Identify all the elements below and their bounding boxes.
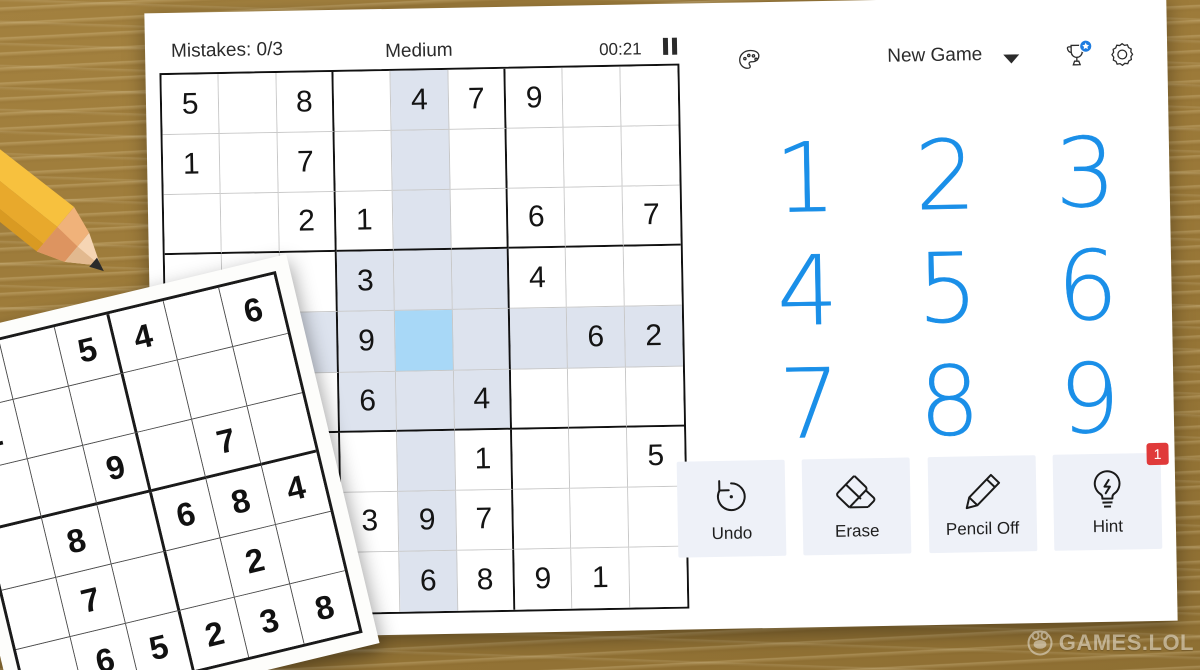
sudoku-cell-r6c9[interactable] — [625, 366, 684, 428]
sudoku-cell-r3c8[interactable] — [564, 186, 624, 249]
difficulty-label: Medium — [384, 39, 453, 63]
sudoku-cell-r6c4[interactable]: 6 — [338, 371, 398, 433]
sudoku-cell-r3c5[interactable] — [392, 190, 452, 252]
sudoku-cell-r1c7[interactable]: 9 — [505, 67, 564, 129]
sudoku-cell-r6c8[interactable] — [568, 367, 627, 429]
sudoku-cell-r5c4[interactable]: 9 — [337, 311, 397, 373]
sudoku-cell-r9c5[interactable]: 6 — [399, 550, 459, 612]
numpad-button-3[interactable]: 3 — [1014, 115, 1156, 231]
sudoku-cell-r1c5[interactable]: 4 — [390, 69, 450, 132]
sudoku-cell-r1c2[interactable] — [218, 73, 278, 135]
sudoku-cell-r9c7[interactable]: 9 — [514, 548, 573, 610]
sudoku-cell-r8c5[interactable]: 9 — [398, 490, 457, 552]
sudoku-cell-r5c9[interactable]: 2 — [624, 306, 683, 368]
undo-label: Undo — [711, 523, 753, 544]
hint-label: Hint — [1092, 516, 1124, 537]
sudoku-cell-r5c7[interactable] — [509, 308, 569, 370]
chevron-down-icon[interactable] — [1003, 54, 1020, 64]
sudoku-cell-r4c7[interactable]: 4 — [508, 248, 568, 310]
numpad-button-2[interactable]: 2 — [874, 117, 1016, 233]
sudoku-cell-r1c1[interactable]: 5 — [161, 74, 220, 136]
undo-icon — [710, 473, 753, 520]
sudoku-cell-r2c2[interactable] — [219, 133, 279, 195]
sudoku-cell-r3c4[interactable]: 1 — [335, 191, 395, 253]
sudoku-cell-r5c5[interactable] — [395, 310, 454, 372]
sudoku-cell-r4c8[interactable] — [566, 247, 625, 309]
sudoku-cell-r6c6[interactable]: 4 — [453, 369, 513, 431]
action-button-row: Undo Erase Pencil Off 1 Hint — [676, 442, 1169, 562]
sudoku-cell-r8c7[interactable] — [513, 488, 572, 550]
new-game-button[interactable]: New Game — [887, 44, 982, 68]
sudoku-cell-r9c6[interactable]: 8 — [456, 549, 516, 611]
sudoku-cell-r1c6[interactable]: 7 — [448, 68, 507, 130]
sudoku-cell-r3c3[interactable]: 2 — [278, 192, 337, 254]
numpad-button-1[interactable]: 1 — [734, 120, 876, 236]
numpad-button-9[interactable]: 9 — [1019, 342, 1161, 458]
sudoku-cell-r7c5[interactable] — [397, 430, 456, 492]
sudoku-cell-r3c7[interactable]: 6 — [507, 187, 567, 250]
number-pad[interactable]: 123 456 789 — [734, 115, 1160, 463]
sudoku-cell-r7c7[interactable] — [512, 428, 571, 490]
sudoku-cell-r2c4[interactable] — [334, 131, 393, 193]
timer-display: 00:21 — [598, 39, 642, 60]
sudoku-cell-r2c7[interactable] — [506, 127, 565, 190]
hint-count-badge: 1 — [1146, 442, 1169, 466]
sudoku-cell-r5c6[interactable] — [452, 309, 511, 371]
watermark-text: GAMES.LOL — [1058, 630, 1194, 655]
eraser-icon — [833, 471, 880, 518]
sudoku-cell-r7c6[interactable]: 1 — [454, 429, 514, 491]
sudoku-cell-r3c6[interactable] — [450, 189, 509, 251]
sudoku-cell-r8c8[interactable] — [570, 487, 629, 549]
sudoku-cell-r1c9[interactable] — [620, 65, 679, 127]
sudoku-cell-r1c3[interactable]: 8 — [276, 71, 335, 134]
sudoku-cell-r2c8[interactable] — [563, 126, 623, 188]
erase-label: Erase — [834, 521, 880, 541]
gear-icon[interactable] — [1107, 40, 1138, 71]
numpad-button-6[interactable]: 6 — [1016, 228, 1158, 344]
sudoku-cell-r4c5[interactable] — [394, 250, 453, 312]
sudoku-cell-r7c8[interactable] — [569, 427, 628, 489]
sudoku-cell-r3c1[interactable] — [163, 194, 223, 256]
watermark: GAMES.LOL — [1027, 630, 1194, 656]
numpad-button-8[interactable]: 8 — [879, 344, 1021, 460]
sudoku-cell-r2c1[interactable]: 1 — [162, 134, 222, 196]
sudoku-cell-r6c7[interactable] — [510, 368, 570, 430]
palette-icon[interactable] — [737, 48, 763, 74]
top-toolbar: New Game — [705, 37, 1146, 85]
sudoku-cell-r7c4[interactable] — [340, 431, 399, 493]
sudoku-cell-r2c6[interactable] — [449, 128, 508, 191]
sudoku-cell-r2c3[interactable]: 7 — [277, 132, 336, 194]
lightbulb-icon — [1088, 467, 1127, 514]
pencil-button[interactable]: Pencil Off — [927, 455, 1038, 554]
sudoku-cell-r3c2[interactable] — [221, 193, 280, 255]
pause-icon[interactable] — [662, 37, 679, 55]
erase-button[interactable]: Erase — [801, 457, 912, 556]
sudoku-cell-r4c6[interactable] — [451, 249, 510, 311]
pencil-icon — [962, 469, 1003, 516]
hint-button[interactable]: 1 Hint — [1052, 442, 1169, 551]
sudoku-cell-r4c9[interactable] — [623, 245, 682, 308]
sudoku-cell-r1c8[interactable] — [562, 66, 622, 128]
pencil-label: Pencil Off — [945, 518, 1020, 539]
mistakes-counter: Mistakes: 0/3 — [170, 38, 284, 62]
sudoku-cell-r6c5[interactable] — [396, 370, 455, 432]
numpad-button-7[interactable]: 7 — [739, 347, 881, 463]
sudoku-cell-r5c8[interactable]: 6 — [567, 307, 626, 369]
numpad-button-4[interactable]: 4 — [737, 233, 879, 349]
sudoku-cell-r4c4[interactable]: 3 — [336, 251, 396, 313]
sudoku-cell-r3c9[interactable]: 7 — [622, 185, 681, 248]
sudoku-cell-r1c4[interactable] — [333, 70, 392, 133]
sudoku-cell-r2c5[interactable] — [391, 129, 451, 192]
trophy-icon[interactable] — [1063, 39, 1094, 72]
games-lol-logo-icon — [1027, 630, 1053, 656]
sudoku-cell-r8c6[interactable]: 7 — [455, 489, 515, 551]
sudoku-cell-r2c9[interactable] — [621, 125, 680, 187]
undo-button[interactable]: Undo — [676, 459, 787, 558]
numpad-button-5[interactable]: 5 — [877, 231, 1019, 347]
sudoku-cell-r9c8[interactable]: 1 — [571, 547, 630, 609]
